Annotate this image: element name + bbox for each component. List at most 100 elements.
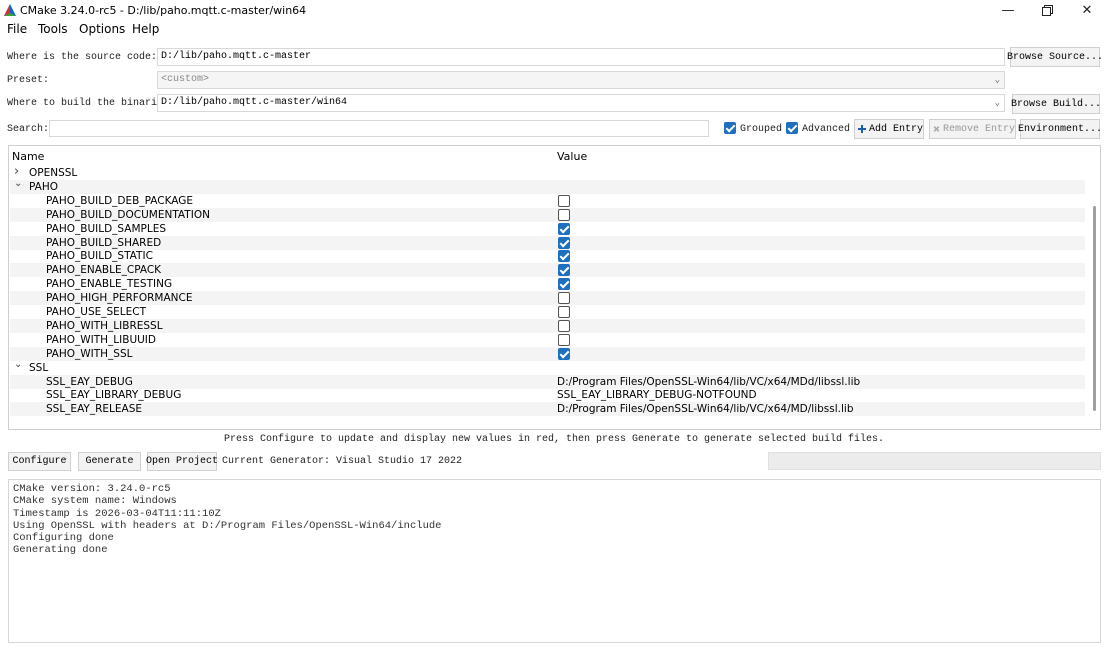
menu-bar: File Tools Options Help xyxy=(0,20,1108,39)
remove-entry-label: Remove Entry xyxy=(942,123,1015,135)
close-button[interactable]: ✕ xyxy=(1067,0,1107,20)
close-icon: ✕ xyxy=(1081,2,1093,18)
row-name: SSL_EAY_RELEASE xyxy=(46,403,142,416)
open-project-button[interactable]: Open Project xyxy=(146,452,218,471)
row-value-checkbox[interactable] xyxy=(558,292,570,305)
build-path-select[interactable]: D:/lib/paho.mqtt.c-master/win64 ⌄ xyxy=(157,94,1005,112)
row-value-checkbox[interactable] xyxy=(558,236,570,249)
row-value-checkbox[interactable] xyxy=(558,222,570,235)
cmake-logo-icon xyxy=(4,4,16,16)
table-row[interactable]: PAHO_BUILD_STATIC xyxy=(10,249,1085,263)
search-label: Search: xyxy=(7,124,50,135)
menu-file[interactable]: File xyxy=(7,22,27,36)
table-row[interactable]: SSL_EAY_LIBRARY_DEBUG SSL_EAY_LIBRARY_DEB… xyxy=(10,388,1085,402)
source-path-value: D:/lib/paho.mqtt.c-master xyxy=(161,51,312,62)
table-row[interactable]: PAHO_WITH_LIBUUID xyxy=(10,333,1085,347)
preset-label: Preset: xyxy=(7,75,50,86)
row-name: PAHO_BUILD_SAMPLES xyxy=(46,222,167,235)
table-row[interactable]: PAHO_ENABLE_TESTING xyxy=(10,277,1085,291)
restore-button[interactable] xyxy=(1027,0,1067,20)
search-input[interactable] xyxy=(49,120,709,137)
add-entry-label: Add Entry xyxy=(868,123,923,135)
output-log[interactable]: CMake version: 3.24.0-rc5 CMake system na… xyxy=(8,479,1101,643)
window-title: CMake 3.24.0-rc5 - D:/lib/paho.mqtt.c-ma… xyxy=(20,4,307,17)
hint-text: Press Configure to update and display ne… xyxy=(223,434,885,445)
current-generator-text: Current Generator: Visual Studio 17 2022 xyxy=(222,456,463,467)
grouped-label: Grouped xyxy=(740,124,783,135)
table-row[interactable]: PAHO_BUILD_SHARED xyxy=(10,235,1085,250)
group-row[interactable]: ⌄ SSL xyxy=(10,358,1085,375)
row-value-checkbox[interactable] xyxy=(558,333,570,346)
row-value-checkbox[interactable] xyxy=(558,306,570,318)
row-name: PAHO_BUILD_DEB_PACKAGE xyxy=(46,194,194,207)
table-row[interactable]: PAHO_WITH_SSL xyxy=(10,346,1085,361)
restore-icon xyxy=(1041,4,1053,16)
row-name: PAHO_BUILD_DOCUMENTATION xyxy=(46,208,210,221)
row-name: SSL_EAY_LIBRARY_DEBUG xyxy=(46,389,182,402)
chevron-down-icon: ⌄ xyxy=(994,75,1000,85)
vertical-scrollbar[interactable] xyxy=(1093,206,1096,411)
chevron-down-icon[interactable]: ⌄ xyxy=(14,358,22,372)
row-value-checkbox[interactable] xyxy=(558,264,570,277)
row-value[interactable]: SSL_EAY_LIBRARY_DEBUG-NOTFOUND xyxy=(557,388,757,402)
environment-button[interactable]: Environment... xyxy=(1018,119,1102,139)
row-name: PAHO_WITH_LIBUUID xyxy=(46,333,156,346)
row-name: SSL xyxy=(29,361,49,374)
row-value[interactable]: D:/Program Files/OpenSSL-Win64/lib/VC/x6… xyxy=(557,375,860,389)
minimize-button[interactable]: — xyxy=(988,0,1028,20)
output-line: Configuring done xyxy=(13,532,114,545)
preset-select[interactable]: <custom> ⌄ xyxy=(157,71,1005,89)
generate-button[interactable]: Generate xyxy=(78,452,141,471)
output-line: CMake version: 3.24.0-rc5 xyxy=(13,483,171,495)
table-row[interactable]: PAHO_ENABLE_CPACK xyxy=(10,263,1085,278)
table-row[interactable]: SSL_EAY_DEBUG D:/Program Files/OpenSSL-Wi… xyxy=(10,374,1085,389)
menu-options[interactable]: Options xyxy=(79,22,125,36)
group-row[interactable]: › OPENSSL xyxy=(10,165,1085,180)
row-name: PAHO_WITH_LIBRESSL xyxy=(46,319,163,332)
row-value-checkbox[interactable] xyxy=(558,250,570,263)
table-row[interactable]: PAHO_BUILD_SAMPLES xyxy=(10,222,1085,236)
plus-icon xyxy=(858,125,866,133)
row-value[interactable]: D:/Program Files/OpenSSL-Win64/lib/VC/x6… xyxy=(557,402,853,416)
row-name: PAHO_USE_SELECT xyxy=(46,306,147,318)
table-row[interactable]: PAHO_BUILD_DEB_PACKAGE xyxy=(10,194,1085,208)
table-row[interactable]: PAHO_USE_SELECT xyxy=(10,305,1085,319)
chevron-down-icon[interactable]: ⌄ xyxy=(14,177,22,191)
remove-entry-button[interactable]: Remove Entry xyxy=(929,119,1016,139)
chevron-down-icon: ⌄ xyxy=(994,98,1000,108)
row-value-checkbox[interactable] xyxy=(558,319,570,332)
build-path-value: D:/lib/paho.mqtt.c-master/win64 xyxy=(161,97,348,108)
add-entry-button[interactable]: Add Entry xyxy=(854,119,924,139)
source-path-input[interactable]: D:/lib/paho.mqtt.c-master xyxy=(157,48,1005,66)
title-bar: CMake 3.24.0-rc5 - D:/lib/paho.mqtt.c-ma… xyxy=(0,0,1108,20)
row-name: PAHO xyxy=(29,180,59,193)
grouped-checkbox[interactable] xyxy=(724,122,736,134)
row-name: PAHO_ENABLE_TESTING xyxy=(46,278,173,291)
table-row[interactable]: PAHO_HIGH_PERFORMANCE xyxy=(10,291,1085,306)
output-line: Using OpenSSL with headers at D:/Program… xyxy=(13,519,442,532)
row-value-checkbox[interactable] xyxy=(558,194,570,207)
configure-button[interactable]: Configure xyxy=(8,452,71,471)
minimize-icon: — xyxy=(1001,2,1015,18)
browse-build-button[interactable]: Browse Build... xyxy=(1011,94,1101,114)
menu-tools[interactable]: Tools xyxy=(38,22,68,36)
table-row[interactable]: SSL_EAY_RELEASE D:/Program Files/OpenSSL-… xyxy=(10,402,1085,417)
group-row[interactable]: ⌄ PAHO xyxy=(10,177,1085,194)
column-header-name[interactable]: Name xyxy=(12,150,44,163)
table-row[interactable]: PAHO_BUILD_DOCUMENTATION xyxy=(10,207,1085,222)
advanced-checkbox[interactable] xyxy=(786,122,798,134)
row-value-checkbox[interactable] xyxy=(558,208,570,221)
build-label: Where to build the binaries: xyxy=(7,98,176,109)
row-name: PAHO_HIGH_PERFORMANCE xyxy=(46,292,193,305)
source-label: Where is the source code: xyxy=(7,52,158,63)
preset-value: <custom> xyxy=(161,74,210,85)
row-name: PAHO_ENABLE_CPACK xyxy=(46,264,162,277)
output-line: Generating done xyxy=(13,544,108,557)
table-row[interactable]: PAHO_WITH_LIBRESSL xyxy=(10,318,1085,333)
cache-variables-table[interactable]: Name Value › OPENSSL ⌄ PAHO PAHO_BUILD_DEB_P… xyxy=(8,145,1101,430)
menu-help[interactable]: Help xyxy=(132,22,159,36)
row-value-checkbox[interactable] xyxy=(558,278,570,291)
row-value-checkbox[interactable] xyxy=(558,347,570,360)
browse-source-button[interactable]: Browse Source... xyxy=(1007,47,1103,67)
column-header-value[interactable]: Value xyxy=(557,150,587,163)
